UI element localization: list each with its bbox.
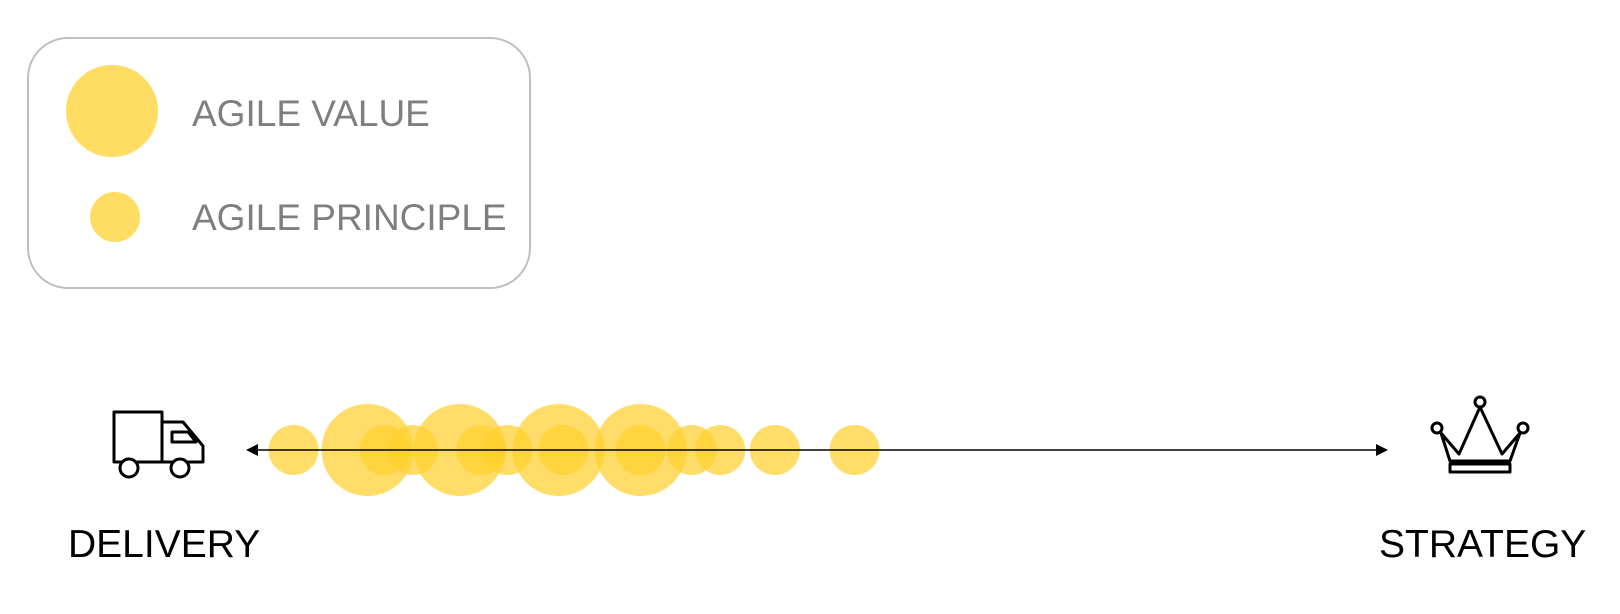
strategy-label: STRATEGY: [1379, 523, 1586, 566]
legend: AGILE VALUE AGILE PRINCIPLE: [27, 37, 531, 289]
legend-principle-label: AGILE PRINCIPLE: [192, 197, 507, 238]
legend-principle-swatch: [90, 192, 140, 242]
legend-value-swatch: [66, 65, 158, 157]
agile-spectrum-diagram: AGILE VALUE AGILE PRINCIPLE DELIVERY STR…: [27, 37, 1586, 566]
delivery-truck-icon: [112, 410, 205, 479]
delivery-label: DELIVERY: [68, 523, 260, 566]
crown-icon: [1430, 395, 1530, 474]
legend-value-label: AGILE VALUE: [192, 93, 430, 134]
